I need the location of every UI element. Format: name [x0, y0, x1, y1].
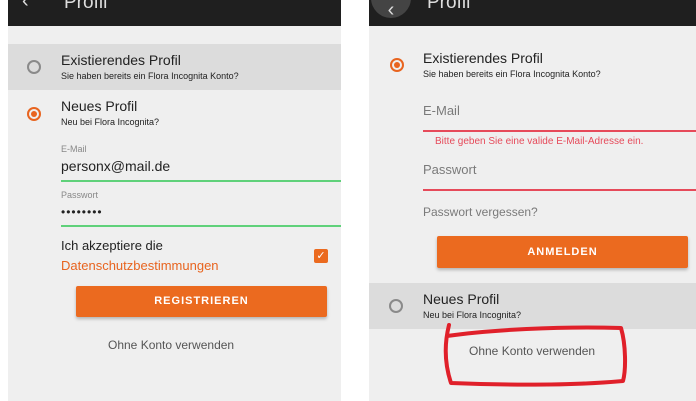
- password-input[interactable]: Passwort: [423, 162, 476, 177]
- login-button[interactable]: ANMELDEN: [437, 236, 688, 268]
- existing-profile-radio[interactable]: [27, 60, 41, 74]
- existing-profile-radio[interactable]: [390, 58, 404, 72]
- password-underline: [61, 225, 341, 227]
- consent-checkbox[interactable]: ✓: [314, 249, 328, 263]
- app-bar-title: Profil: [64, 0, 108, 13]
- arrow-left-icon[interactable]: ‹: [371, 0, 411, 21]
- use-without-account-link[interactable]: Ohne Konto verwenden: [469, 344, 595, 358]
- consent-text: Ich akzeptiere die: [61, 238, 163, 253]
- existing-profile-title: Existierendes Profil: [61, 52, 181, 68]
- new-profile-option[interactable]: Neues Profil Neu bei Flora Incognita?: [8, 92, 341, 136]
- login-screen: ‹ Profil Existierendes Profil Sie haben …: [369, 0, 696, 401]
- forgot-password-link[interactable]: Passwort vergessen?: [423, 205, 538, 219]
- app-bar: ‹ Profil: [369, 0, 696, 26]
- new-profile-option[interactable]: Neues Profil Neu bei Flora Incognita?: [369, 283, 696, 329]
- new-profile-radio[interactable]: [27, 107, 41, 121]
- email-label: E-Mail: [61, 144, 87, 154]
- email-underline: [423, 130, 696, 132]
- arrow-left-icon[interactable]: ‹: [22, 0, 29, 13]
- existing-profile-option[interactable]: Existierendes Profil Sie haben bereits e…: [8, 44, 341, 90]
- password-label: Passwort: [61, 190, 99, 200]
- use-without-account-link[interactable]: Ohne Konto verwenden: [108, 338, 234, 352]
- existing-profile-subtitle: Sie haben bereits ein Flora Incognita Ko…: [423, 69, 601, 79]
- existing-profile-title: Existierendes Profil: [423, 50, 543, 66]
- app-bar-title: Profil: [427, 0, 471, 13]
- register-screen: ‹ Profil Existierendes Profil Sie haben …: [8, 0, 341, 401]
- privacy-policy-link[interactable]: Datenschutzbestimmungen: [61, 258, 219, 273]
- password-underline: [423, 189, 696, 191]
- register-button[interactable]: REGISTRIEREN: [76, 286, 327, 317]
- new-profile-title: Neues Profil: [423, 291, 500, 307]
- new-profile-subtitle: Neu bei Flora Incognita?: [423, 310, 522, 320]
- email-error-message: Bitte geben Sie eine valide E-Mail-Adres…: [435, 136, 644, 147]
- email-input[interactable]: E-Mail: [423, 103, 460, 118]
- app-bar: ‹ Profil: [8, 0, 341, 26]
- existing-profile-subtitle: Sie haben bereits ein Flora Incognita Ko…: [61, 71, 239, 81]
- new-profile-title: Neues Profil: [61, 98, 138, 114]
- existing-profile-option[interactable]: Existierendes Profil Sie haben bereits e…: [369, 44, 696, 88]
- new-profile-radio[interactable]: [389, 299, 403, 313]
- password-field[interactable]: ••••••••: [61, 205, 103, 219]
- new-profile-subtitle: Neu bei Flora Incognita?: [61, 117, 160, 127]
- email-underline: [61, 180, 341, 182]
- email-field[interactable]: personx@mail.de: [61, 158, 170, 174]
